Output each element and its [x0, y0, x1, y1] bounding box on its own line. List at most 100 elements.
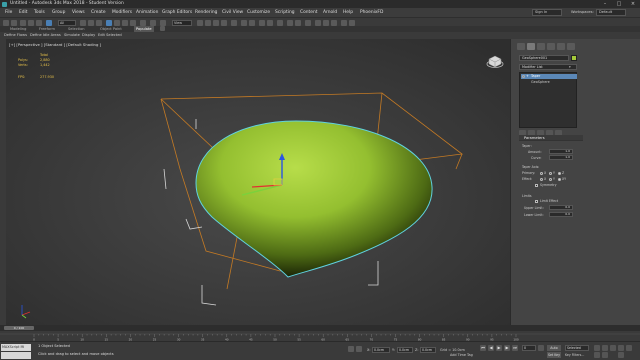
rectangle-selection-icon[interactable] [88, 19, 94, 26]
y-coordinate-field[interactable]: 0.0cm [397, 347, 413, 353]
x-coordinate-field[interactable]: 0.0cm [372, 347, 390, 353]
menu-arnold[interactable]: Arnold [323, 8, 337, 17]
key-filters-button[interactable]: Key Filters... [565, 352, 589, 358]
object-color-swatch[interactable] [571, 55, 577, 61]
track-bar[interactable]: 0 5 10 15 20 25 30 35 40 45 50 55 60 65 70 75 80 85 90 95 10… [0, 331, 640, 342]
time-slider-handle[interactable]: 0 / 100 [4, 326, 34, 330]
menu-views[interactable]: Views [72, 8, 85, 17]
menu-modifiers[interactable]: Modifiers [112, 8, 132, 17]
render-in-cloud-icon[interactable] [341, 19, 347, 26]
percent-snap-icon[interactable] [213, 19, 219, 26]
current-frame-field[interactable]: 0 [522, 345, 536, 351]
stack-item-geosphere[interactable]: GeoSphere [521, 80, 577, 85]
create-tab-icon[interactable] [517, 43, 525, 50]
play-icon[interactable]: ▶ [496, 345, 502, 351]
edit-selected-button[interactable]: Edit Selected [98, 32, 122, 39]
minimize-button[interactable]: – [598, 0, 612, 8]
redo-icon[interactable] [11, 19, 17, 26]
maxscript-listener[interactable]: MAXScript Mi [1, 344, 31, 351]
ribbon-options-icon[interactable] [160, 26, 165, 31]
next-frame-icon[interactable]: ▶ [504, 345, 510, 351]
absolute-mode-icon[interactable] [356, 346, 362, 352]
maximize-button[interactable]: □ [612, 0, 626, 8]
toggle-layer-explorer-icon[interactable] [267, 19, 273, 26]
menu-tools[interactable]: Tools [34, 8, 45, 17]
menu-rendering[interactable]: Rendering [195, 8, 217, 17]
link-icon[interactable] [20, 19, 26, 26]
utilities-tab-icon[interactable] [567, 43, 575, 50]
viewport-label-menu[interactable]: [+] [Perspective ] [Standard ] [Default … [9, 42, 101, 47]
menu-animation[interactable]: Animation [136, 8, 158, 17]
auto-key-button[interactable]: Auto Key [547, 345, 561, 356]
stack-item-taper[interactable]: + Taper [521, 74, 577, 79]
angle-snap-icon[interactable] [205, 19, 211, 26]
limit-effect-checkbox[interactable] [535, 200, 538, 203]
primary-x-radio[interactable] [540, 172, 543, 175]
menu-edit[interactable]: Edit [19, 8, 28, 17]
named-selection-dropdown[interactable]: View [172, 19, 192, 26]
unlink-icon[interactable] [28, 19, 34, 26]
pivot-center-icon[interactable] [150, 19, 156, 26]
go-to-end-icon[interactable]: ⏭ [512, 345, 518, 351]
time-configuration-icon[interactable] [538, 345, 544, 351]
simulate-button[interactable]: Simulate [64, 32, 80, 39]
perspective-viewport[interactable]: [+] [Perspective ] [Standard ] [Default … [6, 39, 510, 325]
menu-civil-view[interactable]: Civil View [222, 8, 243, 17]
z-coordinate-field[interactable]: 0.0cm [420, 347, 436, 353]
effect-y-radio[interactable] [549, 178, 552, 181]
maximize-viewport-icon[interactable] [618, 352, 624, 358]
define-idle-areas-button[interactable]: Define Idle Areas [30, 32, 61, 39]
key-mode-dropdown[interactable]: Selected [565, 345, 589, 351]
curve-editor-icon[interactable] [287, 19, 293, 26]
material-editor-icon[interactable] [305, 19, 311, 26]
select-and-place-icon[interactable] [130, 19, 136, 26]
menu-phoenixfd[interactable]: PhoenixFD [360, 8, 383, 17]
orbit-icon[interactable] [626, 345, 632, 351]
add-time-tag-button[interactable]: Add Time Tag [450, 353, 473, 357]
menu-help[interactable]: Help [343, 8, 353, 17]
menu-create[interactable]: Create [91, 8, 106, 17]
modify-tab-icon[interactable] [527, 43, 535, 50]
selection-filter-dropdown[interactable]: All [58, 19, 76, 26]
align-icon[interactable] [249, 19, 255, 26]
select-object-icon[interactable] [46, 19, 52, 26]
walk-through-icon[interactable] [602, 352, 608, 358]
select-by-name-icon[interactable] [80, 19, 86, 26]
sign-in-dropdown[interactable]: Sign In [532, 9, 562, 16]
viewcube-icon[interactable] [486, 55, 504, 69]
effect-xy-radio[interactable] [558, 178, 561, 181]
object-name-field[interactable]: GeoSphere001 [519, 55, 569, 61]
previous-frame-icon[interactable]: ◀ [488, 345, 494, 351]
workspace-dropdown[interactable]: Default [596, 9, 626, 16]
spinner-snap-icon[interactable] [221, 19, 227, 26]
expand-icon[interactable]: + [526, 74, 529, 79]
set-key-button[interactable]: Set Key [547, 352, 561, 358]
edit-named-selection-icon[interactable] [231, 19, 237, 26]
parameters-rollout-header[interactable]: Parameters [519, 135, 583, 141]
a360-gallery-icon[interactable] [349, 19, 355, 26]
display-tab-icon[interactable] [557, 43, 565, 50]
menu-customize[interactable]: Customize [247, 8, 270, 17]
undo-icon[interactable] [3, 19, 9, 26]
reference-coordinate-icon[interactable] [140, 19, 146, 26]
maxscript-output[interactable] [1, 352, 31, 359]
pan-view-icon[interactable] [594, 352, 600, 358]
define-flows-button[interactable]: Define Flows [4, 32, 27, 39]
primary-y-radio[interactable] [549, 172, 552, 175]
eye-icon[interactable] [522, 75, 525, 78]
toggle-ribbon-icon[interactable] [277, 19, 283, 26]
window-crossing-icon[interactable] [96, 19, 102, 26]
select-and-move-icon[interactable] [106, 19, 112, 26]
select-and-rotate-icon[interactable] [114, 19, 120, 26]
menu-content[interactable]: Content [300, 8, 317, 17]
hierarchy-tab-icon[interactable] [537, 43, 545, 50]
amount-spinner[interactable]: 1.0 [549, 149, 573, 154]
render-setup-icon[interactable] [315, 19, 321, 26]
select-and-scale-icon[interactable] [122, 19, 128, 26]
upper-limit-spinner[interactable]: 0.0 [549, 205, 573, 210]
snaps-toggle-icon[interactable] [197, 19, 203, 26]
motion-tab-icon[interactable] [547, 43, 555, 50]
field-of-view-icon[interactable] [618, 345, 624, 351]
schematic-view-icon[interactable] [295, 19, 301, 26]
close-button[interactable]: × [626, 0, 640, 8]
